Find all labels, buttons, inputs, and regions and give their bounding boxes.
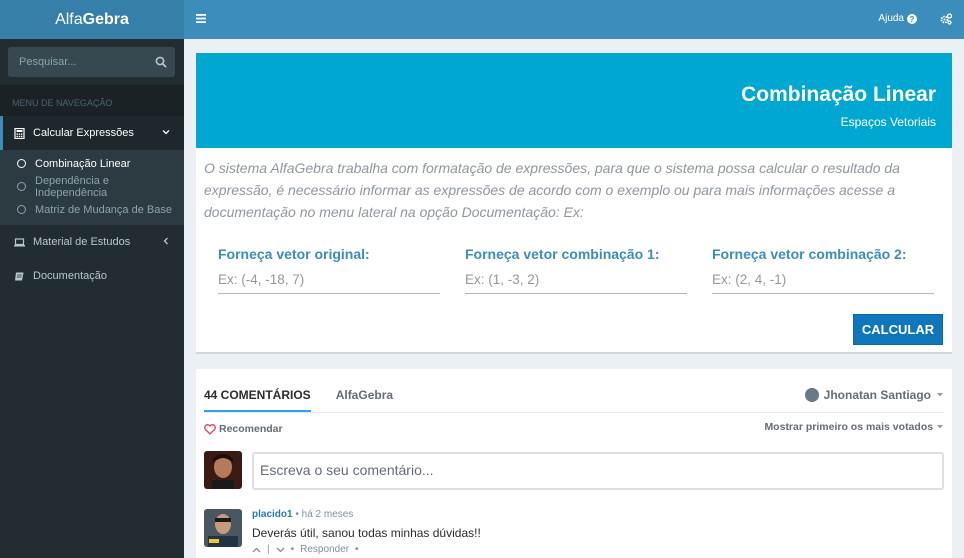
subitem-combinacao-linear[interactable]: Combinação Linear [0,152,184,175]
caret-down-icon [937,425,943,429]
book-icon [15,272,24,280]
comments-section: 44 COMENTÁRIOS AlfaGebra Jhonatan Santia… [196,369,952,558]
intro-text: O sistema AlfaGebra trabalha com formata… [204,160,900,220]
top-navbar: Ajuda ? [184,0,964,39]
comment-text: Deverás útil, sanou todas minhas dúvidas… [252,526,481,540]
vetor-combinacao-2-input[interactable]: Ex: (2, 4, -1) [712,272,934,294]
upvote-icon[interactable] [252,547,261,553]
calculator-icon [14,127,25,139]
comment-input[interactable]: Escreva o seu comentário... [252,452,944,490]
comments-tabs: 44 COMENTÁRIOS AlfaGebra [204,388,418,412]
reply-link[interactable]: Responder [300,544,349,555]
comment-meta: placido1 • há 2 meses [252,509,354,520]
sort-dropdown[interactable]: Mostrar primeiro os mais votados [764,421,944,433]
brand-light: Alfa [55,10,83,28]
tab-comments[interactable]: 44 COMENTÁRIOS [204,388,311,412]
sidebar-item-label: Material de Estudos [33,236,131,248]
laptop-icon [14,237,25,246]
sidebar-item-label: Documentação [33,270,107,282]
comment-author[interactable]: placido1 [252,509,293,520]
sidebar-search: Pesquisar... [0,39,184,85]
field-label: Forneça vetor original: [218,246,370,262]
search-placeholder: Pesquisar... [19,56,77,68]
page-title: Combinação Linear [741,83,936,106]
sidebar-item-material[interactable]: Material de Estudos [0,225,184,259]
help-label: Ajuda [878,13,904,24]
search-input[interactable]: Pesquisar... [8,47,175,77]
hamburger-menu-icon[interactable] [196,14,206,23]
recommend-label: Recomendar [219,423,283,435]
page-header-banner: Combinação Linear Espaços Vetoriais [196,53,952,148]
chevron-left-icon [163,237,168,245]
page-subtitle: Espaços Vetoriais [840,115,936,129]
user-name: Jhonatan Santiago [823,388,931,402]
sidebar-item-label: Calcular Expressões [33,127,134,139]
question-circle-icon: ? [907,13,917,24]
tab-community[interactable]: AlfaGebra [336,388,393,412]
field-label: Forneça vetor combinação 1: [465,246,660,262]
submenu-calcular: Combinação Linear Dependência e Independ… [0,150,184,225]
comment-actions: | • Responder • [252,544,359,555]
nav-header: MENU DE NAVEGAÇÃO [0,85,184,116]
comment-avatar[interactable] [204,509,242,547]
circle-icon [17,159,26,168]
chevron-down-icon [162,130,170,135]
field-vetor-original: Forneça vetor original: Ex: (-4, -18, 7) [218,246,440,294]
divider [204,412,944,413]
calc-form-card: O sistema AlfaGebra trabalha com formata… [196,148,952,354]
sidebar-item-documentacao[interactable]: Documentação [0,259,184,293]
help-link[interactable]: Ajuda ? [878,13,917,24]
circle-icon [17,182,26,191]
field-vetor-combinacao-1: Forneça vetor combinação 1: Ex: (1, -3, … [465,246,687,294]
sidebar-item-calcular[interactable]: Calcular Expressões [0,116,184,150]
caret-down-icon [937,393,943,397]
calcular-button[interactable]: CALCULAR [853,314,943,345]
subitem-matriz-mudanca[interactable]: Matriz de Mudança de Base [0,198,184,221]
downvote-icon[interactable] [276,547,285,553]
chat-bubble-icon [804,388,819,402]
subitem-label: Dependência e Independência [35,174,110,199]
gears-icon[interactable] [940,13,952,25]
field-label: Forneça vetor combinação 2: [712,246,907,262]
user-menu[interactable]: Jhonatan Santiago [804,388,944,402]
sort-label: Mostrar primeiro os mais votados [764,421,934,433]
vetor-combinacao-1-input[interactable]: Ex: (1, -3, 2) [465,272,687,294]
sidebar: Alfa Gebra Pesquisar... MENU DE NAVEGAÇÃO… [0,0,184,558]
subitem-label: Combinação Linear [35,157,131,170]
avatar[interactable] [204,451,242,489]
field-vetor-combinacao-2: Forneça vetor combinação 2: Ex: (2, 4, -… [712,246,934,294]
circle-icon [17,205,26,214]
brand-bold: Gebra [82,10,129,28]
recommend-button[interactable]: Recomendar [204,423,283,435]
subitem-label: Matriz de Mudança de Base [35,203,172,216]
search-icon[interactable] [155,56,167,68]
heart-icon [204,423,216,435]
subitem-dependencia[interactable]: Dependência e Independência [0,174,184,199]
brand-logo[interactable]: Alfa Gebra [0,0,184,39]
comment-timestamp[interactable]: há 2 meses [302,509,354,520]
svg-text:?: ? [910,15,915,24]
vetor-original-input[interactable]: Ex: (-4, -18, 7) [218,272,440,294]
